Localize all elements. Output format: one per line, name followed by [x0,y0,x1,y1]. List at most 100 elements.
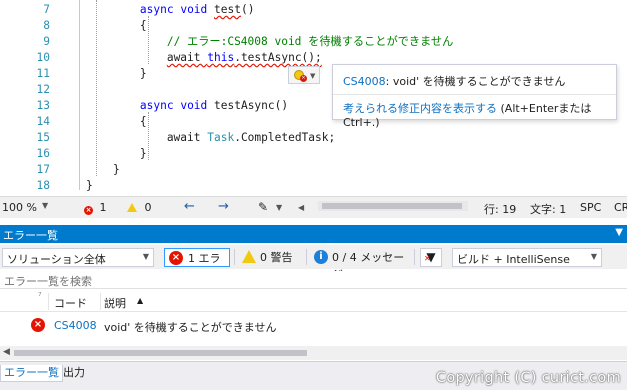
code-text: } [86,178,93,194]
line-ending: CRLF [614,201,627,214]
code-line[interactable]: 9 // エラー:CS4008 void を待機することができません [0,34,627,50]
chevron-down-icon[interactable]: ▼ [276,203,282,212]
error-list-toolbar: ソリューション全体 ▼ × 1 エラー 0 警告 i 0 / 4 メッセージ ✕… [0,245,627,282]
horizontal-scrollbar[interactable]: ◀ [0,346,627,360]
code-editor[interactable]: 7 async void test() 8 {9 // エラー:CS4008 vo… [0,0,627,196]
code-token: // エラー:CS4008 void を待機することができません [166,35,454,48]
whitespace-mode: SPC [580,201,602,214]
code-token: Task [207,131,235,144]
horizontal-scrollbar[interactable] [318,201,468,211]
tooltip-message-text: : void' を待機することができません [385,75,566,88]
code-token: .CompletedTask; [234,131,336,144]
error-icon: × [84,206,93,215]
code-text: await Task.CompletedTask; [86,130,335,146]
divider [333,94,616,95]
scope-dropdown[interactable]: ソリューション全体 ▼ [2,248,154,267]
tab-output[interactable]: 出力 [60,365,88,382]
search-placeholder: エラー一覧を検索 [4,275,92,288]
chevron-down-icon: ▼ [310,72,316,80]
code-text: } [86,162,120,178]
code-token: async [139,3,174,16]
column-header-code[interactable]: コード [54,295,87,311]
column-header-description[interactable]: 説明 [104,295,126,311]
code-line[interactable]: 8 { [0,18,627,34]
error-count: 1 [99,201,107,214]
tab-error-list[interactable]: エラー一覧 [0,365,63,382]
code-line[interactable]: 17 } [0,162,627,178]
error-list-header: ⁷ コード 説明 ▲ [0,290,627,312]
panel-title: エラー一覧 [3,229,58,242]
error-squiggle: await this.testAsync(); [167,51,322,64]
error-count-indicator[interactable]: × 1 [84,201,107,215]
code-text: await this.testAsync(); [86,50,322,66]
code-line[interactable]: 7 async void test() [0,2,627,18]
info-icon: i [314,250,328,264]
outline-margin [79,0,80,190]
error-code-link[interactable]: CS4008 [343,75,386,88]
code-token: testAsync() [207,99,289,112]
line-number: 9 [43,35,50,48]
line-number: 13 [36,99,50,112]
clear-filter-button[interactable]: ✕ ▼ [420,248,442,267]
line-number: 7 [43,3,50,16]
chevron-down-icon: ▼ [590,252,597,261]
code-token: .testAsync(); [234,51,322,64]
warning-icon [242,250,256,263]
brush-icon[interactable]: ✎ [258,200,268,214]
messages-filter-button[interactable]: i 0 / 4 メッセージ [310,248,410,281]
show-fixes-link[interactable]: 考えられる修正内容を表示する [343,102,497,115]
scroll-left-icon[interactable]: ◀ [3,347,10,357]
chevron-down-icon: ▼ [42,201,49,210]
error-code-link[interactable]: CS4008 [54,319,97,332]
warnings-filter-button[interactable]: 0 警告 [238,248,302,267]
scrollbar-thumb[interactable] [322,203,462,209]
code-token: } [86,163,120,176]
code-line[interactable]: 18} [0,178,627,194]
error-list-titlebar[interactable]: エラー一覧 ▼ [0,225,627,243]
code-token: void [180,3,208,16]
build-source-value: ビルド + IntelliSense [457,253,570,266]
line-indicator: 行: 19 [484,203,517,216]
code-token: void [180,99,208,112]
line-number: 10 [36,51,50,64]
column-indicator: 文字: 1 [530,203,567,216]
warning-icon [127,203,137,212]
error-list-search-input[interactable]: エラー一覧を検索 [0,271,627,289]
code-text: async void testAsync() [86,98,288,114]
tooltip-message: CS4008: void' を待機することができません [343,73,565,89]
warning-count-indicator[interactable]: 0 [127,201,152,214]
scrollbar-thumb[interactable] [14,350,307,356]
code-token: async [139,99,174,112]
code-line[interactable]: 16 } [0,146,627,162]
error-icon: × [31,318,45,332]
error-badge-icon: × [300,75,307,82]
zoom-dropdown[interactable]: 100 % ▼ [2,201,52,215]
indent-guide [148,112,149,160]
code-text: // エラー:CS4008 void を待機することができません [86,34,453,50]
code-line[interactable]: 15 await Task.CompletedTask; [0,130,627,146]
column-filter-icon[interactable]: ⁷ [38,292,42,302]
navigate-forward-icon[interactable]: → [218,200,229,213]
column-separator [48,293,49,310]
sort-ascending-icon: ▲ [137,296,144,305]
line-number: 15 [36,131,50,144]
navigate-back-icon[interactable]: ← [184,200,195,213]
toolbar-separator [306,249,307,265]
line-number: 14 [36,115,50,128]
tooltip-action: 考えられる修正内容を表示する (Alt+Enterまたは Ctrl+.) [343,100,616,129]
errors-filter-button[interactable]: × 1 エラー [164,248,230,282]
chevron-down-icon: ▼ [142,252,149,261]
code-token: test [214,3,241,16]
build-source-dropdown[interactable]: ビルド + IntelliSense ▼ [452,248,602,267]
scroll-left-icon[interactable]: ◀ [298,203,304,212]
code-token: this [207,51,235,64]
quick-actions-lightbulb[interactable]: × ▼ [288,66,320,84]
line-number: 17 [36,163,50,176]
indent-guide [148,16,149,64]
table-row[interactable]: × CS4008 void' を待機することができません [0,314,627,338]
code-token: } [86,179,93,192]
dropdown-icon[interactable]: ▼ [615,227,623,238]
